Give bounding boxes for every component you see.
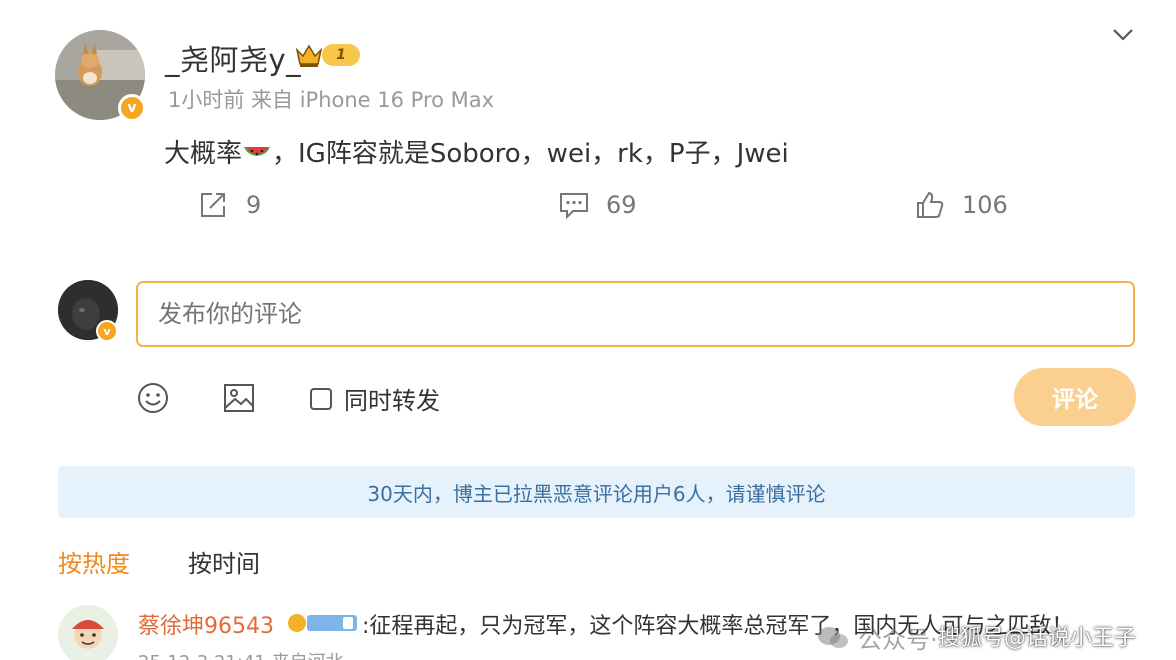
post-meta: 1小时前 来自 iPhone 16 Pro Max [168,88,495,112]
comment-button[interactable]: 69 [558,190,637,220]
fan-level-badge: 1 [294,40,362,70]
watermark-left: 公众号· [816,620,938,655]
like-button[interactable]: 106 [914,190,1008,220]
verified-badge-icon: v [118,94,146,122]
watermelon-emoji-icon [244,147,271,156]
submit-comment-button[interactable]: 评论 [1014,368,1136,426]
checkbox-box[interactable] [310,387,332,410]
forward-button[interactable]: 9 [198,190,261,220]
image-icon[interactable] [222,381,256,415]
emoji-icon[interactable] [136,381,170,415]
comment-username[interactable]: 蔡徐坤96543 [138,608,274,640]
comment-count: 69 [606,191,637,219]
moderation-notice: 30天内，博主已拉黑恶意评论用户6人，请谨慎评论 [58,466,1135,518]
repost-label: 同时转发 [344,387,440,415]
wechat-icon [818,626,848,648]
post-content-end: ，IG阵容就是Soboro，wei，rk，P子，Jwei [272,139,789,169]
fan-level-number: 1 [322,44,360,66]
comment-meta: 25-12-3 21:41 来自河北 [138,648,344,660]
post-content: 大概率 ，IG阵容就是Soboro，wei，rk，P子，Jwei [164,133,789,170]
watermark-right: 搜狐号@话说小王子 [938,626,1137,651]
chevron-down-icon[interactable] [1110,24,1136,46]
sort-by-hot-tab[interactable]: 按热度 [58,544,130,579]
comment-icon [560,193,588,220]
crown-icon [295,44,323,67]
verified-badge-icon: v [96,320,118,342]
sort-by-time-tab[interactable]: 按时间 [188,544,260,579]
repost-checkbox[interactable]: 同时转发 [310,381,440,416]
like-count: 106 [962,191,1008,219]
post-content-start: 大概率 [164,139,243,169]
comment-avatar[interactable] [58,605,118,660]
author-username[interactable]: _尧阿尧y_ [165,37,301,79]
watermark-left-text: 公众号· [858,626,938,654]
thumbs-up-icon [917,191,944,218]
comment-input[interactable] [136,281,1135,347]
comment-user-badges-icon [288,614,357,632]
share-icon [201,193,225,217]
forward-count: 9 [246,191,262,219]
